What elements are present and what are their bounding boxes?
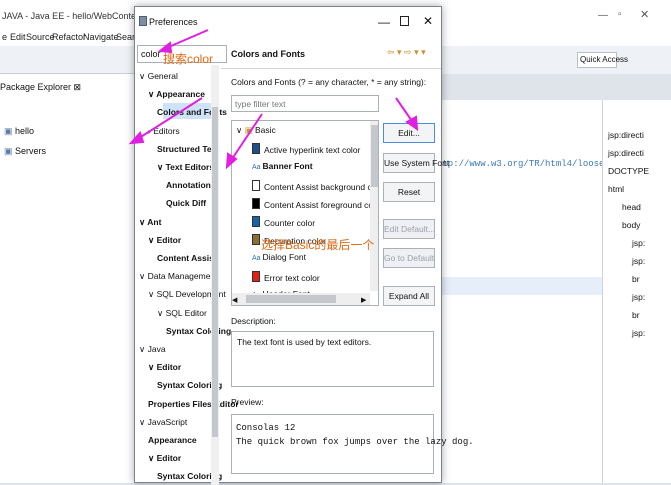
arrow-to-basic [229, 113, 263, 163]
arrow-head [128, 131, 145, 145]
arrow-head [405, 115, 419, 132]
annotation-search: 搜索color [163, 52, 214, 66]
arrow-to-colors-fonts [135, 97, 203, 141]
annotation-select: 选择Basic的最后一个 [261, 238, 375, 252]
